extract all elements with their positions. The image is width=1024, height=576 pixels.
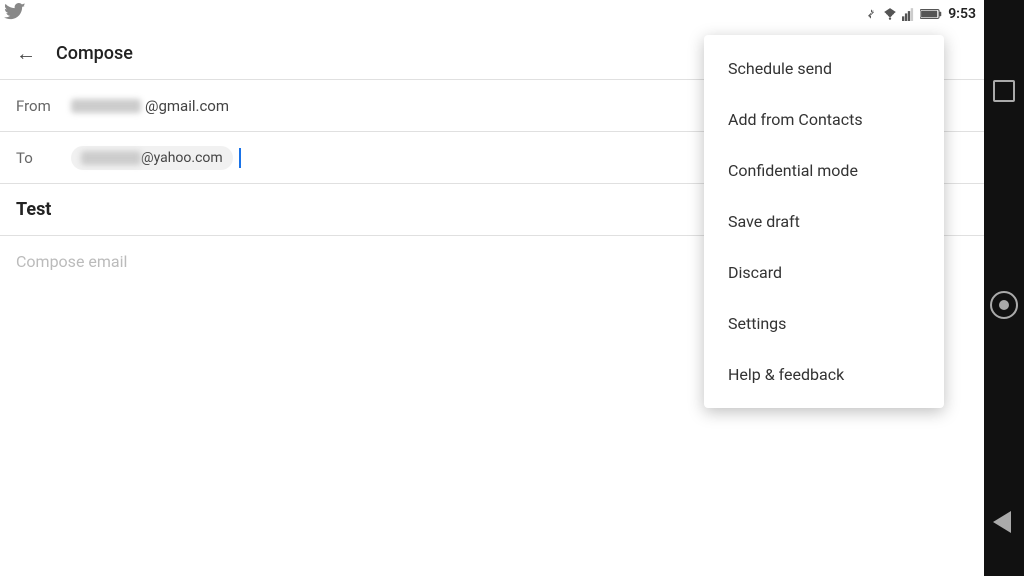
from-email-blurred: [71, 99, 141, 113]
menu-item-discard[interactable]: Discard: [704, 247, 944, 298]
to-chip: @yahoo.com: [71, 146, 233, 170]
menu-item-add-contacts[interactable]: Add from Contacts: [704, 94, 944, 145]
status-bar-left: [4, 3, 26, 25]
nav-circle-inner: [999, 300, 1009, 310]
to-email-domain: @yahoo.com: [141, 150, 223, 166]
text-cursor: [239, 148, 241, 168]
to-email-blurred: [81, 151, 141, 165]
to-value: @yahoo.com: [71, 146, 241, 170]
dropdown-menu: Schedule send Add from Contacts Confiden…: [704, 35, 944, 408]
nav-home-button[interactable]: [993, 80, 1015, 102]
menu-item-settings[interactable]: Settings: [704, 298, 944, 349]
menu-item-confidential[interactable]: Confidential mode: [704, 145, 944, 196]
from-value: @gmail.com: [71, 97, 229, 115]
status-bar: 9:53: [0, 0, 984, 28]
menu-item-schedule-send[interactable]: Schedule send: [704, 43, 944, 94]
signal-icon: [902, 7, 916, 21]
from-label: From: [16, 97, 71, 115]
status-bar-right: 9:53: [864, 6, 976, 22]
menu-item-save-draft[interactable]: Save draft: [704, 196, 944, 247]
twitter-icon: [4, 3, 26, 25]
to-label: To: [16, 149, 71, 167]
bluetooth-icon: [864, 7, 878, 21]
from-email-domain: @gmail.com: [145, 97, 229, 115]
battery-icon: [920, 8, 942, 20]
nav-bar: [984, 0, 1024, 576]
menu-item-help[interactable]: Help & feedback: [704, 349, 944, 400]
body-placeholder: Compose email: [16, 252, 127, 271]
nav-back-arrow: [993, 511, 1011, 533]
subject-text: Test: [16, 199, 51, 220]
wifi-icon: [882, 7, 898, 21]
back-button[interactable]: ←: [12, 37, 40, 70]
compose-title: Compose: [56, 43, 133, 64]
time-display: 9:53: [948, 6, 976, 22]
nav-back-button[interactable]: [990, 508, 1018, 536]
nav-recent-button[interactable]: [990, 291, 1018, 319]
